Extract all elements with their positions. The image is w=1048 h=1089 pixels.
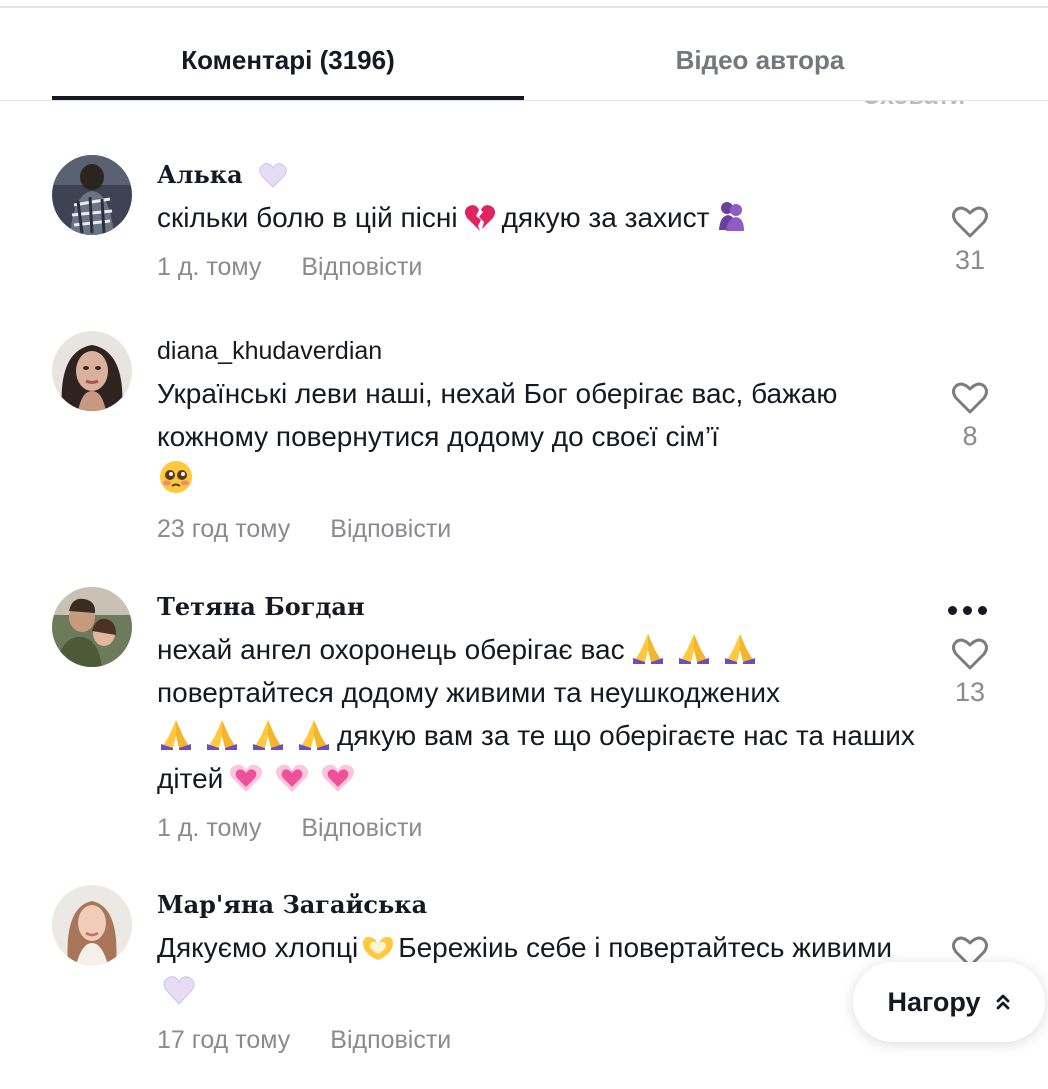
folded-hands-emoji-icon: [207, 720, 237, 750]
like-control: 31: [945, 205, 995, 276]
white-heart-emoji-icon: [258, 163, 287, 188]
reply-button[interactable]: Відповісти: [330, 515, 451, 544]
heart-icon[interactable]: [951, 637, 989, 671]
tab-author-videos[interactable]: Відео автора: [524, 20, 996, 100]
tab-bar: Коментарі (3196) Відео автора: [0, 20, 1048, 100]
heart-hands-emoji-icon: [363, 936, 394, 960]
avatar[interactable]: [52, 587, 132, 667]
folded-hands-emoji-icon: [632, 634, 663, 664]
broken-heart-emoji-icon: [464, 205, 495, 231]
comment-meta: 1 д. тому Відповісти: [157, 814, 917, 843]
username-text: diana_khudaverdian: [157, 337, 383, 365]
reply-button[interactable]: Відповісти: [330, 1026, 451, 1055]
folded-hands-emoji-icon: [299, 720, 329, 750]
comment-time: 1 д. тому: [157, 814, 262, 842]
comment-text-part: Українські леви наші, нехай Бог оберігає…: [157, 378, 838, 452]
folded-hands-emoji-icon: [161, 720, 191, 750]
comment-text-part: Бережіиь себе і повертайтесь живими: [398, 932, 893, 963]
top-divider: [0, 6, 1048, 8]
scroll-to-top-button[interactable]: Нагору: [853, 962, 1045, 1042]
comment-meta: 1 д. тому Відповісти: [157, 253, 917, 282]
folded-hands-emoji-icon: [253, 720, 283, 750]
avatar[interactable]: [52, 885, 132, 965]
comment-text-part: нехай ангел охоронець оберігає вас: [157, 634, 625, 665]
comment-text: скільки болю в цій пісні дякую за захист: [157, 196, 917, 239]
more-options-icon[interactable]: [948, 598, 992, 622]
comment-text-part: Дякуємо хлопці: [157, 932, 359, 963]
avatar[interactable]: [52, 331, 132, 411]
comment-time: 23 год тому: [157, 515, 291, 543]
comment-text: нехай ангел охоронець оберігає вас повер…: [157, 628, 917, 800]
comment-text-part: скільки болю в цій пісні: [157, 202, 458, 233]
comment-time: 1 д. тому: [157, 253, 262, 281]
avatar[interactable]: [52, 155, 132, 235]
comment-meta: 23 год тому Відповісти: [157, 515, 917, 544]
comment-text: Дякуємо хлопці Бережіиь себе і повертайте…: [157, 926, 917, 1012]
reply-button[interactable]: Відповісти: [301, 814, 422, 843]
folded-hands-emoji-icon: [724, 634, 755, 664]
comment-username[interactable]: Тетяна Богдан: [157, 591, 917, 623]
reply-button[interactable]: Відповісти: [301, 253, 422, 282]
growing-heart-emoji-icon: [322, 764, 355, 792]
folded-hands-emoji-icon: [678, 634, 709, 664]
username-text: Мар'яна Загайська: [157, 890, 428, 919]
double-chevron-up-icon: [996, 994, 1009, 1010]
heart-icon[interactable]: [951, 381, 989, 415]
pleading-face-emoji-icon: [160, 461, 192, 493]
username-text: Тетяна Богдан: [157, 592, 365, 621]
comment-username[interactable]: Алька: [157, 159, 917, 191]
white-heart-emoji-icon: [163, 976, 195, 1005]
hug-emoji-icon: [718, 202, 744, 231]
like-count: 13: [954, 677, 986, 707]
like-control: 8: [945, 381, 995, 452]
like-control: 13: [945, 637, 995, 708]
username-text: Алька: [157, 160, 243, 189]
comment-meta: 17 год тому Відповісти: [157, 1026, 917, 1055]
comment-time: 17 год тому: [157, 1026, 291, 1054]
tab-comments[interactable]: Коментарі (3196): [52, 20, 524, 100]
comment-username[interactable]: Мар'яна Загайська: [157, 889, 917, 921]
like-count: 8: [962, 421, 978, 451]
growing-heart-emoji-icon: [230, 764, 263, 792]
comment-text: Українські леви наші, нехай Бог оберігає…: [157, 372, 917, 501]
comment-text-part: дякую за захист: [501, 202, 710, 233]
heart-icon[interactable]: [951, 205, 989, 239]
comment-text-part: повертайтеся додому живими та неушкоджен…: [157, 677, 780, 708]
comment-username[interactable]: diana_khudaverdian: [157, 335, 917, 367]
scroll-to-top-label: Нагору: [887, 986, 981, 1017]
tabs-divider: [0, 100, 1048, 101]
growing-heart-emoji-icon: [276, 764, 309, 792]
like-count: 31: [954, 245, 986, 275]
